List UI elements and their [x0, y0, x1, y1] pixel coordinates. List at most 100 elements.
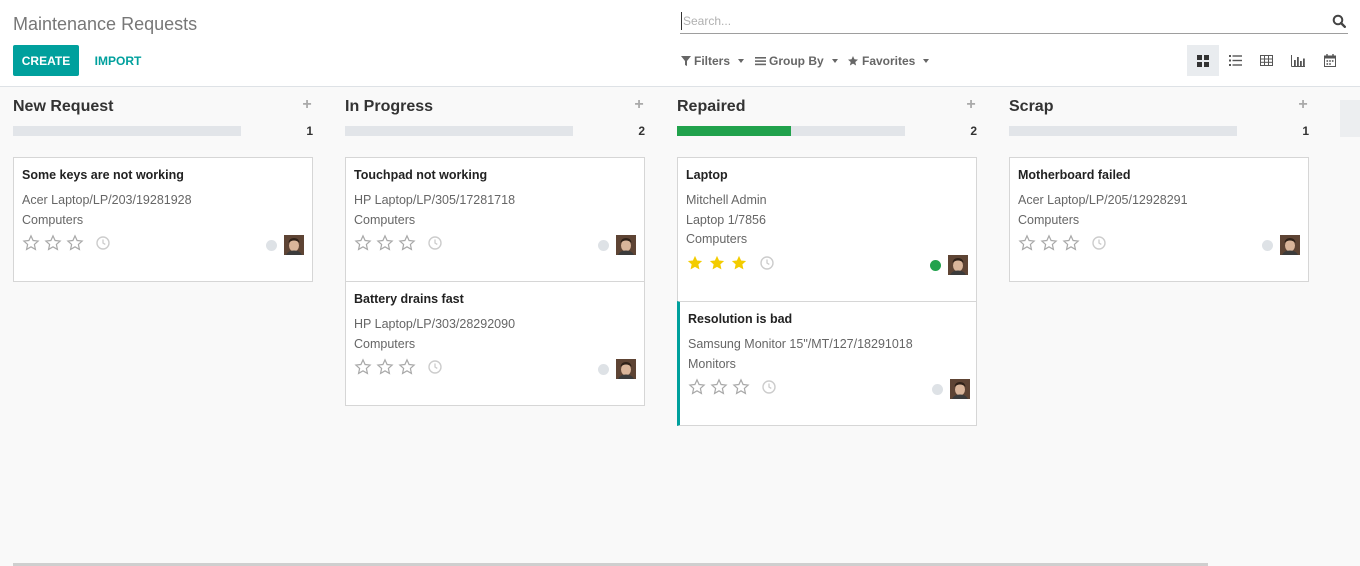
control-panel: Maintenance Requests CREATE IMPORT Filte…: [0, 0, 1360, 87]
kanban-column: Repaired +2 Laptop Mitchell Admin Laptop 1/7…: [677, 88, 977, 566]
star-icon[interactable]: [65, 234, 85, 252]
column-progress-bar[interactable]: [1009, 126, 1237, 136]
star-icon[interactable]: [709, 378, 729, 396]
caret-down-icon: [831, 59, 838, 63]
pivot-view-button[interactable]: [1250, 45, 1282, 76]
kanban-card[interactable]: Laptop Mitchell Admin Laptop 1/7856 Compute…: [677, 157, 977, 302]
clock-icon[interactable]: [760, 255, 774, 270]
priority-stars[interactable]: [1017, 234, 1081, 252]
star-icon[interactable]: [1061, 234, 1081, 252]
kanban-column: New Request +1 Some keys are not working Ac…: [13, 88, 313, 566]
card-title: Laptop: [686, 168, 728, 182]
column-progress-bar[interactable]: [345, 126, 573, 136]
group-by-label: Group By: [769, 54, 824, 68]
card-field: Computers: [686, 232, 748, 246]
star-icon[interactable]: [729, 254, 749, 272]
add-column-tab[interactable]: [1340, 100, 1360, 137]
favorites-label: Favorites: [862, 54, 916, 68]
column-title[interactable]: New Request: [13, 98, 113, 116]
priority-stars[interactable]: [353, 358, 417, 376]
create-button[interactable]: CREATE: [13, 45, 79, 76]
kanban-card[interactable]: Touchpad not working HP Laptop/LP/305/172…: [345, 157, 645, 282]
card-field: Computers: [22, 212, 84, 227]
card-field: HP Laptop/LP/303/28292090: [354, 317, 516, 331]
card-title: Resolution is bad: [688, 312, 793, 326]
clock-icon[interactable]: [96, 236, 110, 250]
card-title: Battery drains fast: [354, 292, 464, 306]
import-button[interactable]: IMPORT: [88, 45, 148, 76]
table-icon: [1259, 55, 1273, 66]
star-icon[interactable]: [353, 234, 373, 252]
star-icon[interactable]: [1017, 234, 1037, 252]
quick-create-plus-icon[interactable]: +: [1297, 97, 1309, 113]
priority-stars[interactable]: [687, 378, 751, 396]
star-icon[interactable]: [375, 358, 395, 376]
graph-view-button[interactable]: [1282, 45, 1314, 76]
star-icon[interactable]: [21, 234, 41, 252]
card-field: Samsung Monitor 15"/MT/127/18291018: [688, 337, 913, 351]
column-progress-bar[interactable]: [677, 126, 905, 136]
filters-dropdown[interactable]: Filters: [681, 52, 745, 70]
kanban-card[interactable]: Motherboard failed Acer Laptop/LP/205/129…: [1009, 157, 1309, 282]
star-icon[interactable]: [731, 378, 751, 396]
kanban-state-indicator[interactable]: [266, 240, 277, 251]
card-field: Acer Laptop/LP/203/19281928: [22, 193, 192, 207]
column-count: 1: [306, 124, 313, 138]
clock-icon[interactable]: [428, 236, 442, 250]
kanban-state-indicator[interactable]: [932, 384, 943, 395]
card-field: HP Laptop/LP/305/17281718: [354, 193, 516, 207]
card-title: Motherboard failed: [1018, 168, 1131, 182]
clock-icon[interactable]: [428, 360, 442, 374]
priority-stars[interactable]: [21, 234, 85, 252]
card-field: Laptop 1/7856: [686, 212, 766, 227]
group-by-dropdown[interactable]: Group By: [755, 52, 838, 70]
kanban-card[interactable]: Battery drains fast HP Laptop/LP/303/2829…: [345, 281, 645, 406]
kanban-card[interactable]: Some keys are not working Acer Laptop/LP/…: [13, 157, 313, 282]
card-field: Mitchell Admin: [686, 193, 767, 207]
favorites-dropdown[interactable]: Favorites: [847, 52, 930, 70]
column-title[interactable]: Scrap: [1009, 98, 1053, 116]
quick-create-plus-icon[interactable]: +: [633, 97, 645, 113]
clock-icon[interactable]: [762, 380, 776, 394]
column-progress-bar[interactable]: [13, 126, 241, 136]
card-field: Acer Laptop/LP/205/12928291: [1018, 193, 1188, 207]
user-avatar-icon: [616, 235, 636, 255]
user-avatar-icon: [284, 235, 304, 255]
card-field: Computers: [1018, 212, 1080, 227]
star-icon[interactable]: [1039, 234, 1059, 252]
star-icon[interactable]: [353, 358, 373, 376]
kanban-state-indicator[interactable]: [1262, 240, 1273, 251]
star-icon[interactable]: [685, 254, 705, 272]
page-title: Maintenance Requests: [13, 14, 198, 34]
user-avatar-icon: [948, 254, 968, 275]
kanban-state-indicator[interactable]: [598, 240, 609, 251]
kanban-view-button[interactable]: [1187, 45, 1219, 76]
search-input[interactable]: [681, 12, 1301, 30]
star-icon[interactable]: [397, 234, 417, 252]
star-icon[interactable]: [687, 378, 707, 396]
search-icon[interactable]: [1332, 14, 1346, 28]
calendar-view-button[interactable]: [1314, 45, 1346, 76]
kanban-icon: [1197, 54, 1209, 67]
card-field: Monitors: [688, 356, 736, 371]
user-avatar-icon: [616, 359, 636, 379]
priority-stars[interactable]: [685, 254, 749, 272]
filter-icon: [681, 56, 691, 66]
column-count: 1: [1302, 124, 1309, 138]
clock-icon[interactable]: [1092, 236, 1106, 250]
star-icon[interactable]: [397, 358, 417, 376]
kanban-card[interactable]: Resolution is bad Samsung Monitor 15"/MT/…: [677, 301, 977, 426]
kanban-state-indicator[interactable]: [598, 364, 609, 375]
star-icon[interactable]: [43, 234, 63, 252]
priority-stars[interactable]: [353, 234, 417, 252]
star-icon[interactable]: [375, 234, 395, 252]
star-icon[interactable]: [707, 254, 727, 272]
list-view-button[interactable]: [1219, 45, 1251, 76]
column-title[interactable]: Repaired: [677, 98, 745, 116]
avatar: [948, 254, 968, 275]
column-title[interactable]: In Progress: [345, 98, 433, 116]
kanban-column: Scrap +1 Motherboard failed Acer Laptop/LP/…: [1009, 88, 1309, 566]
quick-create-plus-icon[interactable]: +: [301, 97, 313, 113]
quick-create-plus-icon[interactable]: +: [965, 97, 977, 113]
kanban-state-indicator[interactable]: [930, 259, 941, 271]
